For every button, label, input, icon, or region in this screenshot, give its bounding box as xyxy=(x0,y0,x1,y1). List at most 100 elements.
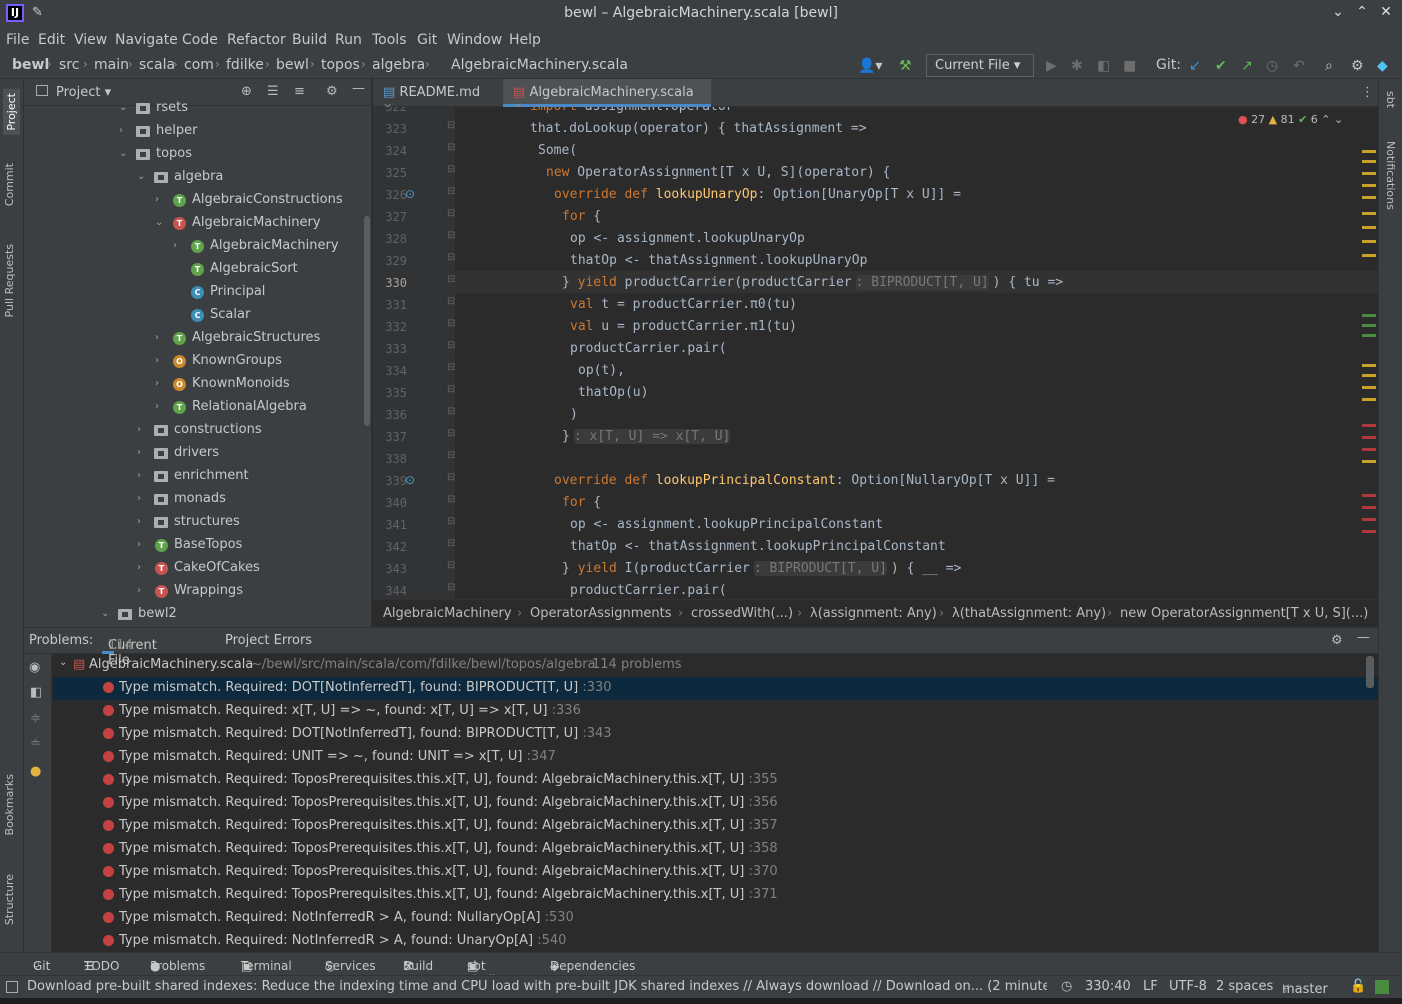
problem-row[interactable]: Type mismatch. Required: x[T, U] => ~, f… xyxy=(53,700,1378,723)
search-icon[interactable]: ⌕ xyxy=(1325,58,1333,74)
close-icon[interactable]: ✕ xyxy=(1377,4,1395,20)
indent-setting[interactable]: 2 spaces xyxy=(1216,979,1273,994)
problems-settings-icon[interactable]: ⚙ xyxy=(1331,633,1343,648)
crumb-topos[interactable]: topos xyxy=(321,57,360,73)
maximize-icon[interactable]: ⌃ xyxy=(1353,4,1371,20)
chevron-right-icon[interactable]: › xyxy=(155,378,159,389)
chevron-right-icon[interactable]: › xyxy=(155,194,159,205)
crumb-method[interactable]: crossedWith(...) xyxy=(691,606,793,621)
problem-row[interactable]: Type mismatch. Required: UNIT => ~, foun… xyxy=(53,746,1378,769)
crumb-src[interactable]: src xyxy=(59,57,79,73)
tree-item[interactable]: ⌄ bewl2 xyxy=(24,603,364,626)
crumb-com[interactable]: com xyxy=(184,57,214,73)
problem-row[interactable]: Type mismatch. Required: ToposPrerequisi… xyxy=(53,861,1378,884)
tree-item[interactable]: › helper xyxy=(24,120,364,143)
stripe-mark-warning[interactable] xyxy=(1362,364,1376,367)
git-update-icon[interactable]: ↙ xyxy=(1189,58,1201,74)
tab-structure[interactable]: Structure xyxy=(3,874,16,925)
crumb-trait[interactable]: OperatorAssignments xyxy=(530,606,672,621)
tree-item[interactable]: › drivers xyxy=(24,442,364,465)
memory-indicator-icon[interactable] xyxy=(1375,980,1389,994)
tab-sbt[interactable]: sbt xyxy=(1384,91,1397,108)
gear-icon[interactable]: ⚙ xyxy=(1351,58,1364,74)
tree-scrollbar[interactable] xyxy=(364,216,370,426)
tree-item[interactable]: C Scalar xyxy=(24,304,364,327)
stripe-mark-error[interactable] xyxy=(1362,518,1376,521)
stripe-mark-warning[interactable] xyxy=(1362,196,1376,199)
stripe-mark-error[interactable] xyxy=(1362,436,1376,439)
chevron-down-icon[interactable]: ⌄ xyxy=(119,102,127,113)
git-push-icon[interactable]: ↗ xyxy=(1241,58,1253,74)
tree-item[interactable]: ⌄ algebra xyxy=(24,166,364,189)
run-config-select[interactable]: Current File ▾ xyxy=(926,54,1034,77)
chevron-right-icon[interactable]: › xyxy=(119,125,123,136)
stripe-mark-warning[interactable] xyxy=(1362,386,1376,389)
build-hammer-icon[interactable]: ⚒ xyxy=(899,58,912,74)
chevron-right-icon[interactable]: › xyxy=(137,585,141,596)
chevron-down-icon[interactable]: ⌄ xyxy=(137,171,145,182)
tab-algebraic-machinery[interactable]: ▤ AlgebraicMachinery.scala ✕ xyxy=(503,79,711,114)
plugin-icon[interactable]: ◆ xyxy=(1377,58,1388,74)
tab-commit[interactable]: Commit xyxy=(3,163,16,206)
tree-item[interactable]: › T AlgebraicStructures xyxy=(24,327,364,350)
stripe-mark-warning[interactable] xyxy=(1362,374,1376,377)
chevron-right-icon[interactable]: › xyxy=(137,447,141,458)
coverage-icon[interactable]: ◧ xyxy=(1097,58,1110,74)
crumb-project[interactable]: bewl xyxy=(12,57,49,73)
crumb-algebra[interactable]: algebra xyxy=(372,57,425,73)
menu-refactor[interactable]: Refactor xyxy=(227,32,286,48)
tab-bookmarks[interactable]: Bookmarks xyxy=(3,774,16,835)
status-message[interactable]: Download pre-built shared indexes: Reduc… xyxy=(27,979,1047,994)
menu-tools[interactable]: Tools xyxy=(372,32,407,48)
override-marker-icon[interactable]: ⊙ xyxy=(405,187,415,201)
menu-navigate[interactable]: Navigate xyxy=(115,32,178,48)
tree-item[interactable]: › T BaseTopos xyxy=(24,534,364,557)
tree-item[interactable]: ⌄ topos xyxy=(24,143,364,166)
stripe-mark-change[interactable] xyxy=(1362,314,1376,317)
chevron-right-icon[interactable]: › xyxy=(173,240,177,251)
problem-row[interactable]: Type mismatch. Required: DOT[NotInferred… xyxy=(53,677,1378,700)
stop-icon[interactable]: ■ xyxy=(1123,58,1136,74)
menu-help[interactable]: Help xyxy=(509,32,541,48)
tree-item[interactable]: › T AlgebraicConstructions xyxy=(24,189,364,212)
chevron-down-icon[interactable]: ⌄ xyxy=(155,217,163,228)
chevron-right-icon[interactable]: › xyxy=(137,424,141,435)
lock-icon[interactable]: 🔓 xyxy=(1350,979,1366,994)
line-separator[interactable]: LF xyxy=(1143,979,1158,994)
git-history-icon[interactable]: ◷ xyxy=(1266,58,1278,74)
code-editor[interactable]: 322⊟323⊟324⊟325⊟326⊙⊟327⊟328⊟329⊟330⊟331… xyxy=(373,107,1378,599)
tab-project-errors[interactable]: Project Errors xyxy=(225,633,312,648)
stripe-mark-warning[interactable] xyxy=(1362,240,1376,243)
stripe-mark-warning[interactable] xyxy=(1362,150,1376,153)
caret-position[interactable]: 330:40 xyxy=(1085,979,1131,994)
crumb-lambda-1[interactable]: λ(assignment: Any) xyxy=(810,606,937,621)
menu-run[interactable]: Run xyxy=(335,32,362,48)
stripe-mark-warning[interactable] xyxy=(1362,184,1376,187)
problem-row[interactable]: Type mismatch. Required: ToposPrerequisi… xyxy=(53,792,1378,815)
problem-row[interactable]: Type mismatch. Required: ToposPrerequisi… xyxy=(53,838,1378,861)
user-icon[interactable]: 👤▾ xyxy=(858,58,882,74)
crumb-main[interactable]: main xyxy=(94,57,129,73)
more-tabs-icon[interactable]: ⋮ xyxy=(1361,85,1374,100)
git-rollback-icon[interactable]: ↶ xyxy=(1293,58,1305,74)
problem-row[interactable]: Type mismatch. Required: ToposPrerequisi… xyxy=(53,815,1378,838)
tab-pull-requests[interactable]: Pull Requests xyxy=(3,244,16,317)
stripe-mark-error[interactable] xyxy=(1362,494,1376,497)
stripe-mark-error[interactable] xyxy=(1362,506,1376,509)
tree-item[interactable]: › constructions xyxy=(24,419,364,442)
tree-item[interactable]: T AlgebraicSort xyxy=(24,258,364,281)
crumb-lambda-2[interactable]: λ(thatAssignment: Any) xyxy=(952,606,1106,621)
problem-row[interactable]: Type mismatch. Required: ToposPrerequisi… xyxy=(53,769,1378,792)
menu-build[interactable]: Build xyxy=(292,32,327,48)
inspection-widget[interactable]: ● 27 ▲ 81 ✔ 6 ⌃ ⌄ xyxy=(1238,113,1343,126)
tab-current-file[interactable]: Current File 114 xyxy=(102,633,157,668)
tree-item[interactable]: › O KnownGroups xyxy=(24,350,364,373)
tree-item[interactable]: › monads xyxy=(24,488,364,511)
chevron-right-icon[interactable]: › xyxy=(137,539,141,550)
problem-row[interactable]: Type mismatch. Required: NotInferredR > … xyxy=(53,907,1378,930)
tree-item[interactable]: › T Wrappings xyxy=(24,580,364,603)
debug-icon[interactable]: ✱ xyxy=(1071,58,1083,74)
tree-item[interactable]: ⌄ rsets xyxy=(24,97,364,120)
prev-problem-icon[interactable]: ⌃ xyxy=(1321,113,1330,126)
stripe-mark-warning[interactable] xyxy=(1362,226,1376,229)
